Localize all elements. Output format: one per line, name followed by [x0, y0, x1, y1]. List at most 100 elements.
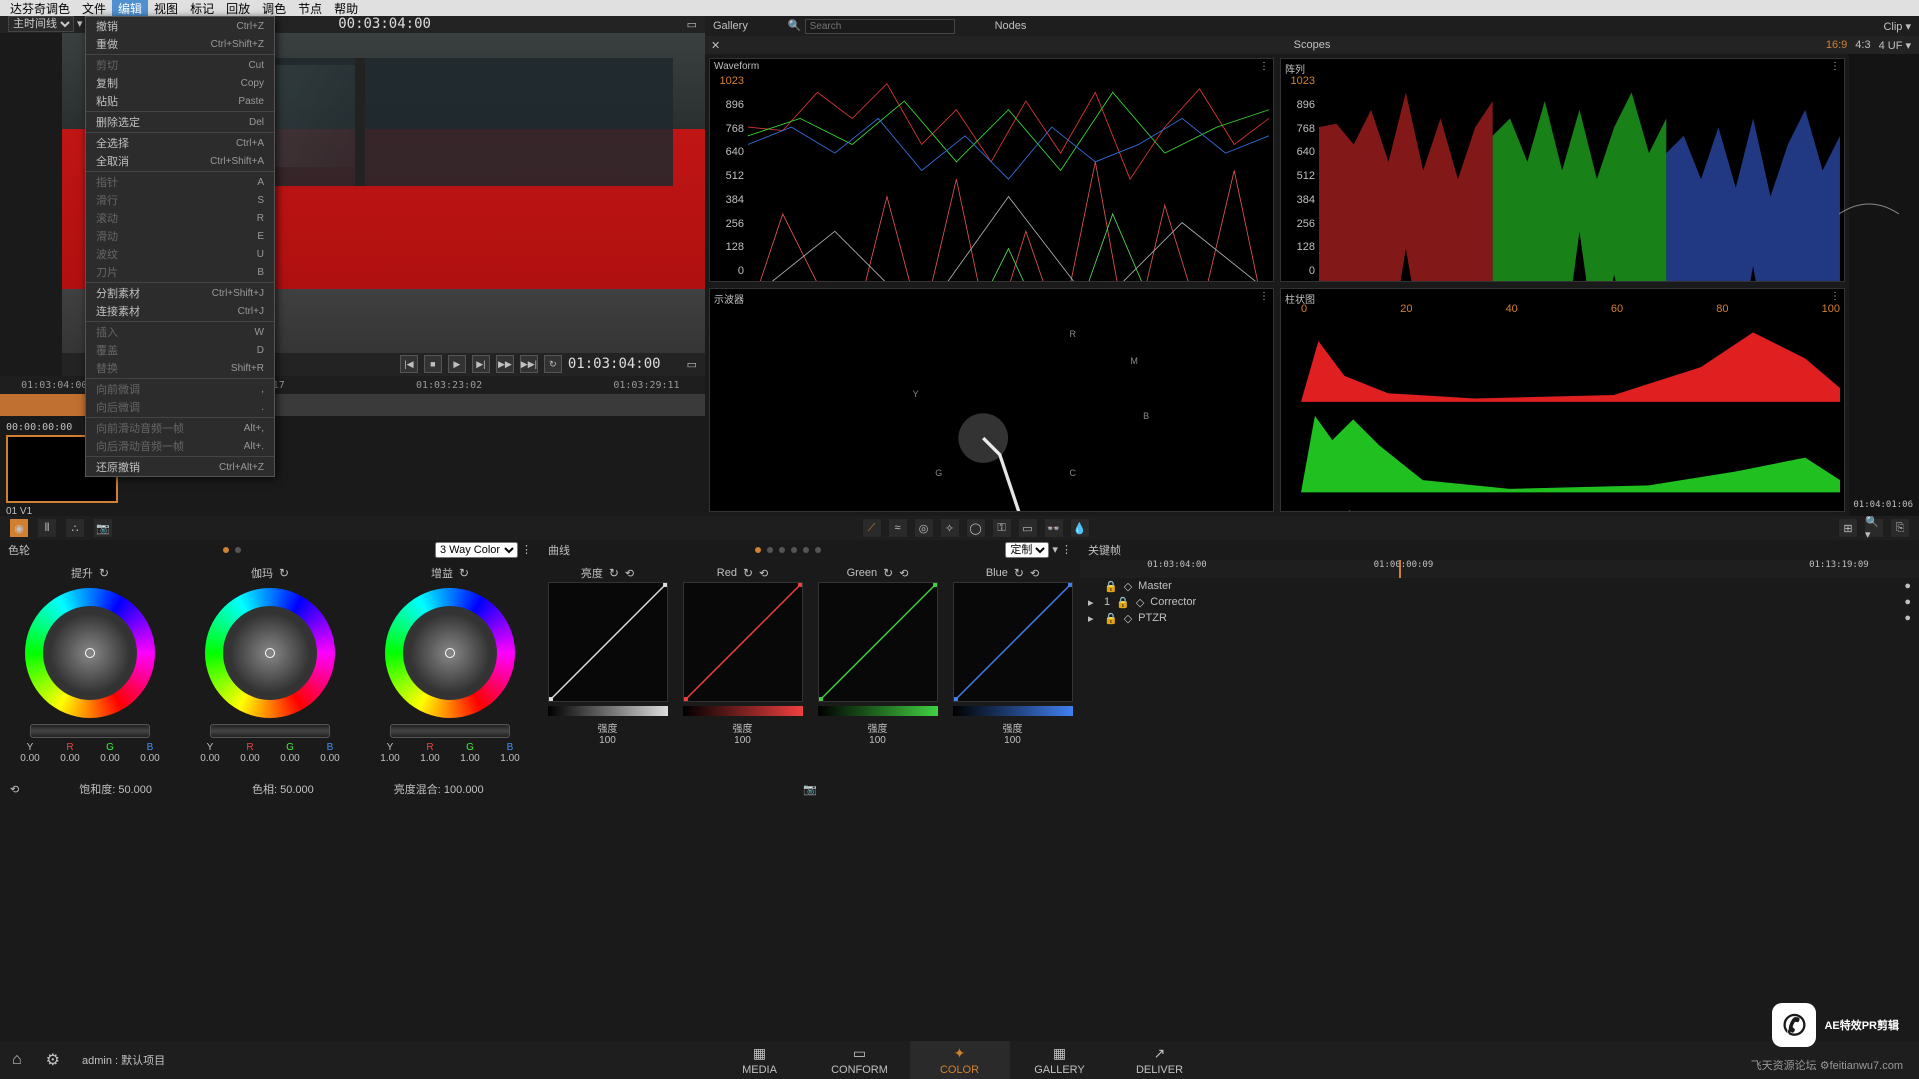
link-icon[interactable]: ⟲: [625, 567, 634, 580]
wheels-icon[interactable]: ◉: [10, 519, 28, 537]
menu-item-分割素材[interactable]: 分割素材Ctrl+Shift+J: [86, 284, 274, 302]
play-button[interactable]: ▶: [448, 355, 466, 373]
page-tab-color[interactable]: ✦COLOR: [910, 1041, 1010, 1079]
reset-icon[interactable]: ↻: [99, 566, 109, 580]
snapshot-icon[interactable]: 📷: [803, 783, 817, 796]
clip-dropdown[interactable]: Clip ▾: [1883, 20, 1911, 33]
link-icon[interactable]: ⟲: [899, 567, 908, 580]
search-input[interactable]: [805, 19, 955, 34]
prev-clip-button[interactable]: |◀: [400, 355, 418, 373]
menu-文件[interactable]: 文件: [76, 0, 112, 17]
menu-视图[interactable]: 视图: [148, 0, 184, 17]
scope-menu-icon[interactable]: ⋮: [1259, 61, 1269, 72]
intensity-slider[interactable]: [683, 706, 803, 716]
ratio-16-9[interactable]: 16:9: [1826, 39, 1847, 52]
intensity-slider[interactable]: [818, 706, 938, 716]
scope-menu-icon[interactable]: ⋮: [1830, 61, 1840, 72]
blur-icon[interactable]: 💧: [1071, 519, 1089, 537]
jog-wheel[interactable]: [30, 724, 150, 738]
curve-editor[interactable]: [818, 582, 938, 702]
reset-all-icon[interactable]: ⟲: [10, 783, 19, 796]
home-icon[interactable]: ⌂: [0, 1051, 34, 1069]
settings-icon[interactable]: ⚙: [34, 1050, 72, 1070]
reset-icon[interactable]: ↻: [883, 566, 893, 580]
reset-icon[interactable]: ↻: [743, 566, 753, 580]
expand-icon[interactable]: ▭: [687, 358, 697, 371]
fast-fwd-button[interactable]: ▶▶: [496, 355, 514, 373]
tracker-icon[interactable]: ◯: [967, 519, 985, 537]
copy-icon[interactable]: ⎘: [1891, 519, 1909, 537]
curve-mode-select[interactable]: 定制: [1005, 542, 1049, 558]
section-menu-icon[interactable]: ⋮: [1061, 544, 1072, 556]
edit-menu-dropdown[interactable]: 撤销Ctrl+Z重做Ctrl+Shift+Z剪切Cut复制Copy粘贴Paste…: [85, 16, 275, 477]
jog-wheel[interactable]: [390, 724, 510, 738]
color-wheel[interactable]: [25, 588, 155, 718]
next-clip-button[interactable]: ▶▶|: [520, 355, 538, 373]
curves-icon[interactable]: ⟋: [863, 519, 881, 537]
kf-track-Master[interactable]: 🔒◇Master●: [1080, 578, 1919, 594]
gallery-tab[interactable]: Gallery: [713, 20, 748, 32]
page-tab-deliver[interactable]: ↗DELIVER: [1110, 1041, 1210, 1079]
menu-调色[interactable]: 调色: [256, 0, 292, 17]
menu-编辑[interactable]: 编辑: [112, 0, 148, 17]
next-frame-button[interactable]: ▶|: [472, 355, 490, 373]
node-graph[interactable]: 01:04:01:06: [1849, 54, 1919, 516]
menu-item-重做[interactable]: 重做Ctrl+Shift+Z: [86, 35, 274, 53]
kf-track-Corrector[interactable]: ▸1🔒◇Corrector●: [1080, 594, 1919, 610]
intensity-slider[interactable]: [953, 706, 1073, 716]
reset-icon[interactable]: ↻: [459, 566, 469, 580]
menu-item-连接素材[interactable]: 连接素材Ctrl+J: [86, 302, 274, 320]
page-tab-gallery[interactable]: ▦GALLERY: [1010, 1041, 1110, 1079]
menu-item-删除选定[interactable]: 删除选定Del: [86, 113, 274, 131]
color-wheel[interactable]: [205, 588, 335, 718]
stereo-icon[interactable]: 👓: [1045, 519, 1063, 537]
menu-item-撤销[interactable]: 撤销Ctrl+Z: [86, 17, 274, 35]
window-icon[interactable]: ✧: [941, 519, 959, 537]
jog-wheel[interactable]: [210, 724, 330, 738]
key-icon[interactable]: ⚿: [993, 519, 1011, 537]
sizing-icon[interactable]: ▭: [1019, 519, 1037, 537]
playhead[interactable]: [1399, 560, 1401, 578]
log-icon[interactable]: ∴: [66, 519, 84, 537]
hue-icon[interactable]: ≈: [889, 519, 907, 537]
wheel-mode-select[interactable]: 3 Way Color: [435, 542, 518, 558]
nodes-tab[interactable]: Nodes: [995, 20, 1027, 32]
page-tab-conform[interactable]: ▭CONFORM: [810, 1041, 910, 1079]
reset-icon[interactable]: ↻: [609, 566, 619, 580]
menu-item-复制[interactable]: 复制Copy: [86, 74, 274, 92]
timeline-select[interactable]: 主时间线: [8, 16, 74, 32]
section-menu-icon[interactable]: ⋮: [521, 544, 532, 556]
menu-节点[interactable]: 节点: [292, 0, 328, 17]
menu-item-还原撤销[interactable]: 还原撤销Ctrl+Alt+Z: [86, 458, 274, 476]
menu-帮助[interactable]: 帮助: [328, 0, 364, 17]
menu-达芬奇调色[interactable]: 达芬奇调色: [4, 0, 76, 17]
link-icon[interactable]: ⟲: [759, 567, 768, 580]
kf-track-PTZR[interactable]: ▸🔒◇PTZR●: [1080, 610, 1919, 626]
menu-item-全选择[interactable]: 全选择Ctrl+A: [86, 134, 274, 152]
color-wheel[interactable]: [385, 588, 515, 718]
loop-button[interactable]: ↻: [544, 355, 562, 373]
curve-editor[interactable]: [548, 582, 668, 702]
intensity-slider[interactable]: [548, 706, 668, 716]
camera-icon[interactable]: 📷: [94, 519, 112, 537]
grid-icon[interactable]: ⊞: [1839, 519, 1857, 537]
ratio-4-3[interactable]: 4:3: [1855, 39, 1870, 52]
search-icon[interactable]: 🔍▾: [1865, 519, 1883, 537]
scope-layout-dropdown[interactable]: 4 UF ▾: [1879, 39, 1911, 52]
curve-editor[interactable]: [953, 582, 1073, 702]
menu-item-粘贴[interactable]: 粘贴Paste: [86, 92, 274, 110]
reset-icon[interactable]: ↻: [1014, 566, 1024, 580]
page-tab-media[interactable]: ▦MEDIA: [710, 1041, 810, 1079]
qualifier-icon[interactable]: ◎: [915, 519, 933, 537]
menu-回放[interactable]: 回放: [220, 0, 256, 17]
fullscreen-icon[interactable]: ▭: [687, 18, 697, 31]
menu-item-全取消[interactable]: 全取消Ctrl+Shift+A: [86, 152, 274, 170]
scope-menu-icon[interactable]: ⋮: [1830, 291, 1840, 302]
curve-editor[interactable]: [683, 582, 803, 702]
reset-icon[interactable]: ↻: [279, 566, 289, 580]
close-icon[interactable]: ✕: [711, 39, 720, 52]
bars-icon[interactable]: ⦀: [38, 519, 56, 537]
menu-标记[interactable]: 标记: [184, 0, 220, 17]
link-icon[interactable]: ⟲: [1030, 567, 1039, 580]
stop-button[interactable]: ■: [424, 355, 442, 373]
